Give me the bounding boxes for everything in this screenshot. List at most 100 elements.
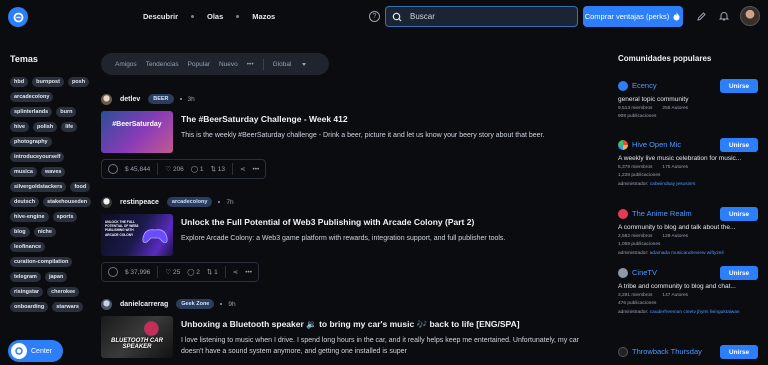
user-avatar[interactable] — [740, 6, 760, 26]
topics-title: Temas — [10, 54, 38, 64]
topic-tag[interactable]: blog — [10, 227, 30, 237]
post-community-badge[interactable]: Geek Zone — [176, 299, 215, 309]
join-button[interactable]: Unirse — [720, 138, 758, 152]
topic-tag[interactable]: cherokee — [47, 287, 80, 297]
post-thumbnail[interactable]: UNLOCK THE FULL POTENTIAL OF WEB3 PUBLIS… — [101, 214, 173, 256]
post-title[interactable]: Unboxing a Bluetooth speaker 🔉 to bring … — [181, 319, 581, 330]
topic-tag[interactable]: telegram — [10, 272, 41, 282]
upvote-icon[interactable] — [108, 267, 118, 277]
votes-count[interactable]: ♡ 206 — [165, 165, 184, 173]
nav-descubrir[interactable]: Descubrir — [143, 12, 178, 21]
community-name[interactable]: Ecency — [632, 81, 657, 90]
post-author[interactable]: restinpeace — [120, 199, 159, 206]
topic-tag[interactable]: curation-compilation — [10, 257, 73, 267]
ecency-logo[interactable] — [8, 7, 28, 27]
admin-names[interactable]: adamada musicandreview wiftyzeil — [650, 251, 724, 256]
filter-popular[interactable]: Popular — [188, 61, 210, 68]
help-icon[interactable]: ? — [369, 11, 380, 22]
community-name[interactable]: The Anime Realm — [632, 209, 692, 218]
share-icon[interactable]: ⋖ — [233, 268, 238, 276]
post-body[interactable]: #BeerSaturday The #BeerSaturday Challeng… — [101, 111, 581, 153]
center-button[interactable]: Center — [8, 340, 63, 362]
search-input[interactable] — [410, 12, 570, 21]
community-stats: 5,379 miembros 175 Autores — [618, 165, 750, 170]
bell-icon[interactable] — [718, 10, 730, 22]
join-button[interactable]: Unirse — [720, 266, 758, 280]
topic-tag[interactable]: posh — [67, 77, 90, 87]
topic-tag[interactable]: polish — [33, 122, 58, 132]
community-name[interactable]: Hive Open Mic — [632, 140, 681, 149]
topic-tag[interactable]: waves — [40, 167, 66, 177]
join-button[interactable]: Unirse — [720, 345, 758, 359]
topic-tag[interactable]: risingstar — [10, 287, 44, 297]
topic-tag[interactable]: hbd — [10, 77, 29, 87]
post-thumbnail[interactable]: #BeerSaturday — [101, 111, 173, 153]
topic-tag[interactable]: arcadecolony — [10, 92, 54, 102]
filter-amigos[interactable]: Amigos — [115, 61, 137, 68]
community-card: The Anime Realm Unirse A community to bl… — [618, 207, 758, 257]
post-title[interactable]: The #BeerSaturday Challenge - Week 412 — [181, 114, 581, 124]
community-name[interactable]: Throwback Thursday — [632, 347, 702, 356]
join-button[interactable]: Unirse — [720, 79, 758, 93]
share-icon[interactable]: ⋖ — [240, 165, 245, 173]
scope-select[interactable]: Global — [273, 61, 316, 68]
nav-olas[interactable]: Olas — [207, 12, 223, 21]
filter-nuevo[interactable]: Nuevo — [219, 61, 238, 68]
post-body[interactable]: UNLOCK THE FULL POTENTIAL OF WEB3 PUBLIS… — [101, 214, 581, 256]
topic-tag[interactable]: photography — [10, 137, 52, 147]
upvote-icon[interactable] — [108, 164, 118, 174]
author-avatar[interactable] — [101, 196, 112, 208]
topic-tag[interactable]: stakehouseden — [43, 197, 92, 207]
more-filters-icon[interactable]: ••• — [247, 61, 254, 68]
topic-tag[interactable]: hive-engine — [10, 212, 49, 222]
admin-names[interactable]: cabeiindsay jesusinrs — [650, 182, 696, 187]
topic-tag[interactable]: japan — [44, 272, 68, 282]
post-community-badge[interactable]: arcadecolony — [166, 197, 213, 207]
topic-tag[interactable]: hive — [10, 122, 30, 132]
admin-names[interactable]: cauderfreeman cinetv jhymi livinguktaiwa… — [650, 310, 740, 315]
search-box[interactable] — [385, 6, 578, 27]
more-options-icon[interactable]: ••• — [252, 166, 259, 173]
topic-tag[interactable]: starwars — [52, 302, 83, 312]
author-avatar[interactable] — [101, 93, 112, 105]
authors-count: 255 Autores — [662, 106, 689, 111]
publications-count: 908 publicaciones — [618, 114, 657, 119]
reblogs-count[interactable]: ⇅ 1 — [207, 268, 218, 276]
buy-perks-button[interactable]: Comprar ventajas (perks) — [583, 6, 683, 27]
community-stats: 9,513 miembros 255 Autores — [618, 106, 750, 111]
topic-tag[interactable]: onboarding — [10, 302, 49, 312]
nav-mazos[interactable]: Mazos — [252, 12, 275, 21]
topic-tag[interactable]: deutsch — [10, 197, 40, 207]
edit-icon[interactable] — [696, 11, 707, 22]
post-payout[interactable]: $ 45,844 — [125, 166, 150, 173]
post-body[interactable]: BLUETOOTH CAR SPEAKER Unboxing a Bluetoo… — [101, 316, 581, 358]
topic-tag[interactable]: burn — [56, 107, 77, 117]
topic-tag[interactable]: silvergoldstackers — [10, 182, 67, 192]
topic-tag[interactable]: niche — [33, 227, 56, 237]
topic-tag[interactable]: introduceyourself — [10, 152, 65, 162]
topic-tag[interactable]: burnpost — [32, 77, 64, 87]
author-avatar[interactable] — [101, 298, 112, 310]
meta-separator — [218, 201, 221, 203]
votes-count[interactable]: ♡ 25 — [165, 268, 180, 276]
post-author[interactable]: detlev — [120, 96, 140, 103]
post-community-badge[interactable]: BEER — [148, 94, 174, 104]
topic-tag[interactable]: food — [70, 182, 91, 192]
topic-tag[interactable]: life — [61, 122, 78, 132]
community-logo-icon — [618, 208, 628, 219]
topic-tag[interactable]: musica — [10, 167, 37, 177]
reblogs-count[interactable]: ⇅ 13 — [211, 165, 226, 173]
comments-count[interactable]: ◯ 1 — [191, 165, 204, 173]
post-title[interactable]: Unlock the Full Potential of Web3 Publis… — [181, 217, 581, 227]
post-payout[interactable]: $ 37,996 — [125, 269, 150, 276]
post-author[interactable]: danielcarrerag — [120, 301, 168, 308]
topic-tag[interactable]: leofinance — [10, 242, 46, 252]
comments-count[interactable]: ◯ 2 — [187, 268, 200, 276]
join-button[interactable]: Unirse — [720, 207, 758, 221]
topic-tag[interactable]: splinterlands — [10, 107, 53, 117]
more-options-icon[interactable]: ••• — [245, 269, 252, 276]
filter-tendencias[interactable]: Tendencias — [146, 61, 179, 68]
topic-tag[interactable]: sports — [52, 212, 78, 222]
post-thumbnail[interactable]: BLUETOOTH CAR SPEAKER — [101, 316, 173, 358]
community-name[interactable]: CineTV — [632, 268, 657, 277]
